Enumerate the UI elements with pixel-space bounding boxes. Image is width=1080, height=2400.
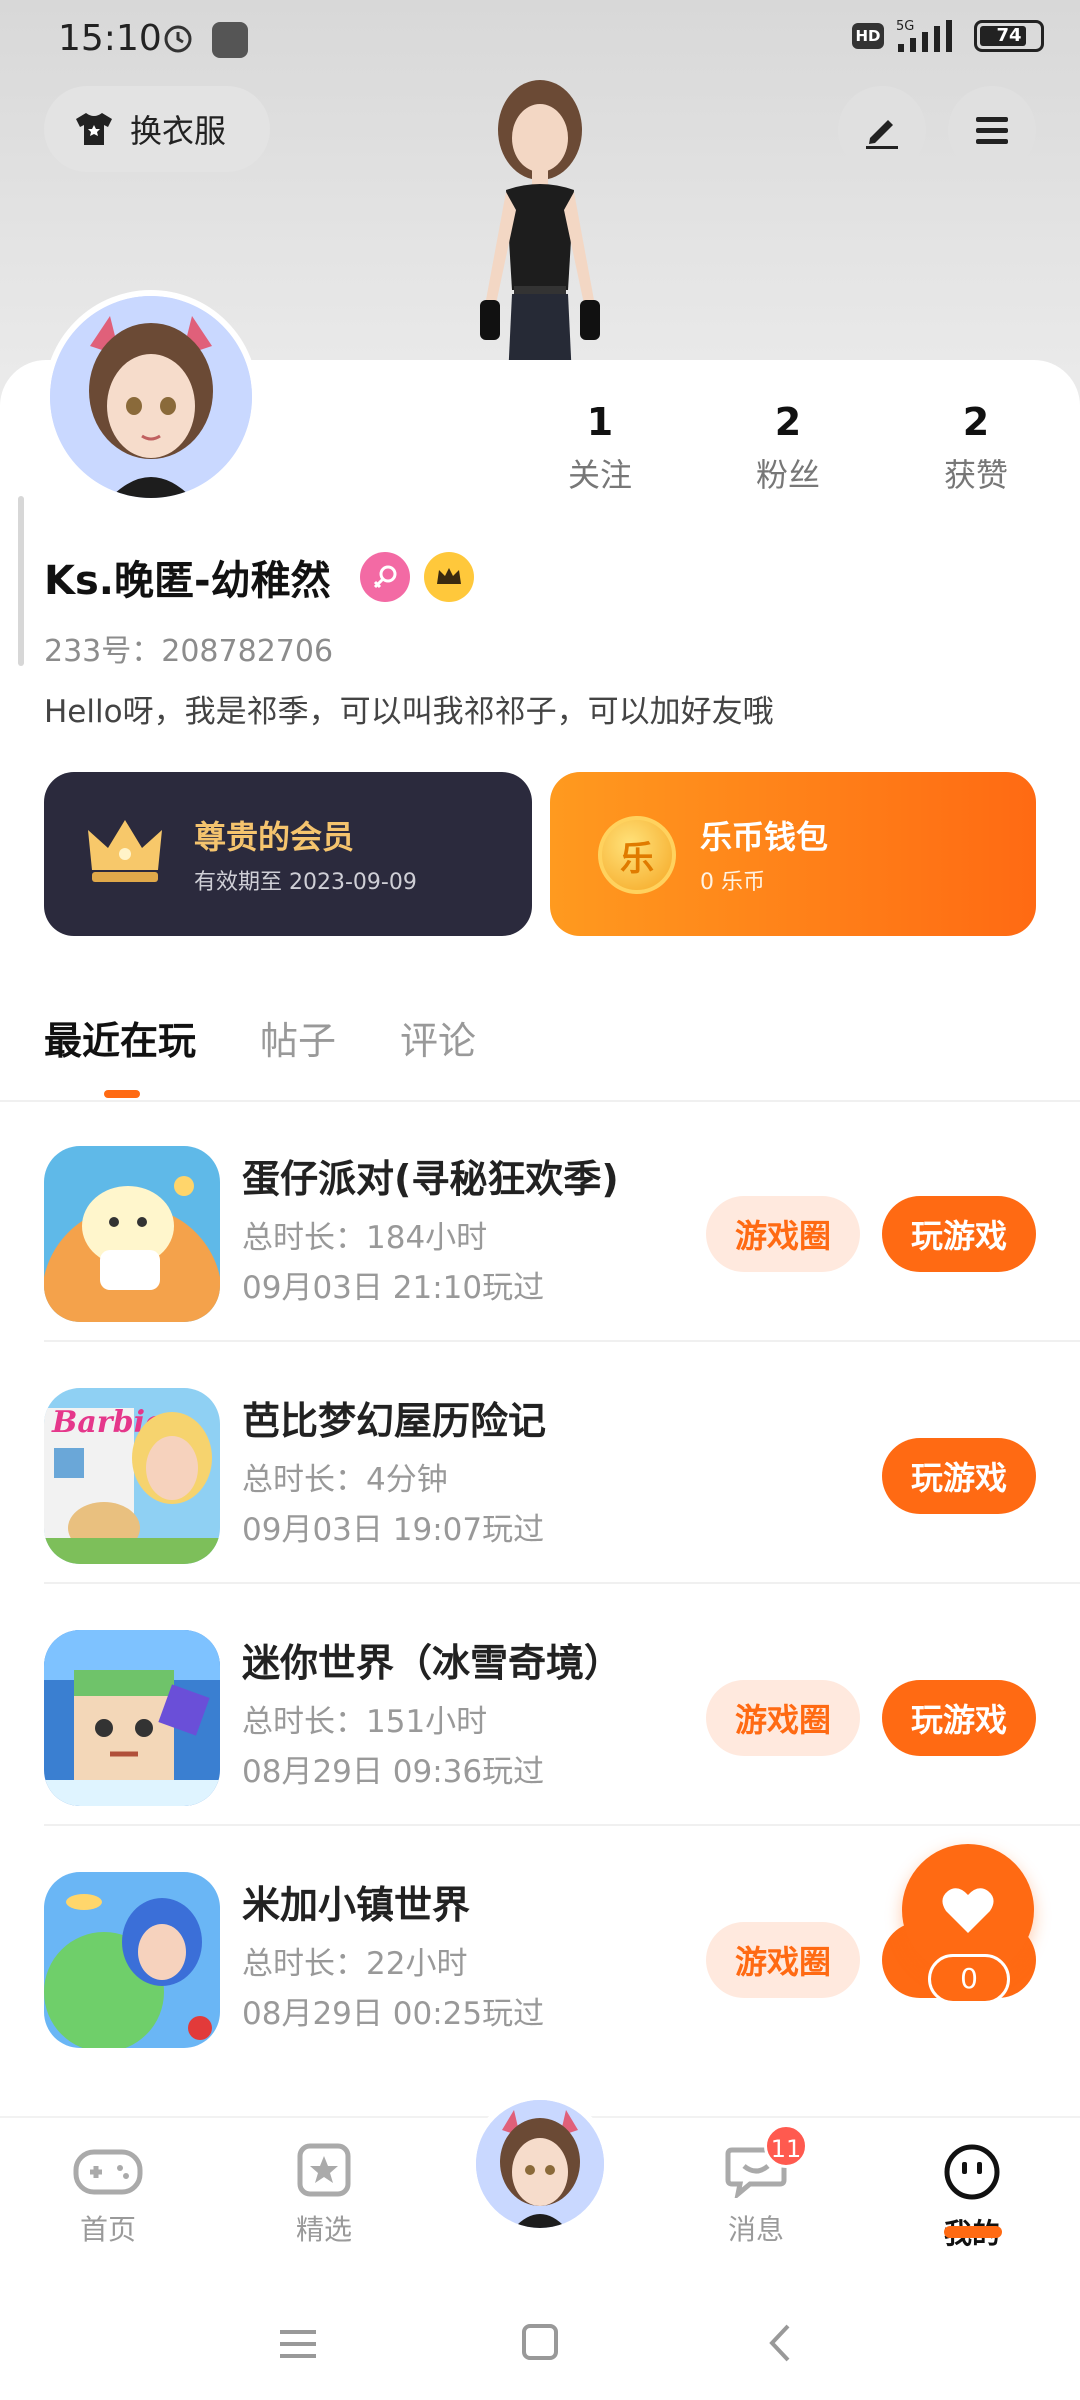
battery-level: 74 bbox=[996, 25, 1022, 46]
tab-recently-played[interactable]: 最近在玩 bbox=[44, 1010, 196, 1065]
vip-crown-icon[interactable] bbox=[424, 552, 474, 602]
tab-comments[interactable]: 评论 bbox=[400, 1010, 476, 1065]
nickname: Ks.晚匿-幼稚然 bbox=[44, 558, 331, 604]
user-bio: Hello呀，我是祁季，可以叫我祁祁子，可以加好友哦 bbox=[44, 694, 774, 730]
nav-featured[interactable]: 精选 bbox=[244, 2142, 404, 2248]
game-row[interactable]: 迷你世界（冰雪奇境） 总时长：151小时 08月29日 09:36玩过 游戏圈 … bbox=[0, 1584, 1080, 1826]
game-row[interactable]: 蛋仔派对(寻秘狂欢季) 总时长：184小时 09月03日 21:10玩过 游戏圈… bbox=[0, 1100, 1080, 1342]
play-game-button[interactable]: 玩游戏 bbox=[882, 1438, 1036, 1514]
game-row[interactable]: Barbie 芭比梦幻屋历险记 总时长：4分钟 09月03日 19:07玩过 玩… bbox=[0, 1342, 1080, 1584]
avatar-portrait bbox=[50, 296, 252, 498]
vip-expiry: 有效期至 2023-09-09 bbox=[194, 870, 417, 895]
followers-label: 粉丝 bbox=[755, 456, 820, 494]
profile-tabs: 最近在玩 帖子 评论 bbox=[44, 1010, 476, 1065]
stat-likes[interactable]: 2 获赞 bbox=[896, 400, 1056, 496]
game-icon-eggy-party bbox=[44, 1146, 220, 1322]
home-button-icon[interactable] bbox=[520, 2322, 560, 2362]
gold-crown-icon bbox=[88, 820, 162, 882]
game-name: 蛋仔派对(寻秘狂欢季) bbox=[242, 1157, 619, 1201]
nav-avatar-portrait bbox=[476, 2100, 604, 2228]
wallet-balance: 0 乐币 bbox=[700, 870, 765, 895]
game-icon-mini-world bbox=[44, 1630, 220, 1806]
change-outfit-label: 换衣服 bbox=[130, 112, 227, 150]
app-notification-icon bbox=[212, 22, 248, 58]
play-game-button[interactable]: 玩游戏 bbox=[882, 1680, 1036, 1756]
coin-icon: 乐 bbox=[598, 816, 676, 894]
game-last-played: 08月29日 00:25玩过 bbox=[242, 1996, 545, 2032]
following-label: 关注 bbox=[567, 456, 632, 494]
status-time: 15:10 bbox=[58, 18, 162, 59]
game-icon-barbie: Barbie bbox=[44, 1388, 220, 1564]
back-icon[interactable] bbox=[764, 2322, 794, 2364]
game-last-played: 09月03日 21:10玩过 bbox=[242, 1270, 545, 1306]
game-icon-miga-town bbox=[44, 1872, 220, 2048]
female-gender-icon bbox=[360, 552, 410, 602]
game-last-played: 09月03日 19:07玩过 bbox=[242, 1512, 545, 1548]
change-outfit-button[interactable]: 换衣服 bbox=[44, 86, 270, 172]
edit-profile-button[interactable] bbox=[838, 86, 926, 174]
game-last-played: 08月29日 09:36玩过 bbox=[242, 1754, 545, 1790]
star-card-icon bbox=[297, 2143, 351, 2197]
heart-icon bbox=[942, 1888, 994, 1933]
following-count: 1 bbox=[586, 400, 614, 444]
gamepad-icon bbox=[73, 2149, 143, 2195]
game-duration: 总时长：22小时 bbox=[242, 1946, 468, 1982]
messages-unread-badge: 11 bbox=[764, 2124, 808, 2168]
game-duration: 总时长：151小时 bbox=[242, 1704, 488, 1740]
likes-label: 获赞 bbox=[943, 456, 1008, 494]
play-game-button[interactable]: 玩游戏 bbox=[882, 1196, 1036, 1272]
battery-icon: 74 bbox=[974, 20, 1044, 52]
game-duration: 总时长：184小时 bbox=[242, 1220, 488, 1256]
hd-icon: HD bbox=[852, 23, 884, 49]
tshirt-icon bbox=[76, 113, 112, 145]
nav-featured-label: 精选 bbox=[295, 2213, 352, 2246]
stat-followers[interactable]: 2 粉丝 bbox=[708, 400, 868, 496]
hamburger-icon bbox=[976, 117, 1008, 144]
game-circle-button[interactable]: 游戏圈 bbox=[706, 1196, 860, 1272]
svg-text:5G: 5G bbox=[896, 19, 914, 34]
game-duration: 总时长：4分钟 bbox=[242, 1462, 448, 1498]
scroll-edge-bar bbox=[18, 496, 24, 666]
game-name: 芭比梦幻屋历险记 bbox=[242, 1399, 547, 1443]
stat-following[interactable]: 1 关注 bbox=[520, 400, 680, 496]
nav-home[interactable]: 首页 bbox=[28, 2142, 188, 2248]
profile-avatar[interactable] bbox=[44, 290, 258, 504]
like-count: 0 bbox=[928, 1954, 1010, 2004]
game-circle-button[interactable]: 游戏圈 bbox=[706, 1922, 860, 1998]
signal-icon: 5G bbox=[896, 19, 952, 52]
tab-posts[interactable]: 帖子 bbox=[260, 1010, 336, 1065]
smiley-icon bbox=[944, 2144, 1000, 2200]
likes-count: 2 bbox=[962, 400, 990, 444]
nav-messages-label: 消息 bbox=[727, 2213, 784, 2246]
active-tab-indicator bbox=[104, 1090, 140, 1098]
wallet-title: 乐币钱包 bbox=[700, 818, 829, 856]
system-navigation-bar bbox=[0, 2286, 1080, 2400]
menu-button[interactable] bbox=[948, 86, 1036, 174]
coin-wallet-card[interactable]: 乐 乐币钱包 0 乐币 bbox=[550, 772, 1036, 936]
vip-title: 尊贵的会员 bbox=[194, 818, 355, 856]
edit-pencil-icon bbox=[866, 120, 898, 149]
nav-messages[interactable]: 消息 bbox=[676, 2142, 836, 2248]
user-id[interactable]: 233号：208782706 bbox=[44, 626, 333, 670]
vip-membership-card[interactable]: 尊贵的会员 有效期至 2023-09-09 bbox=[44, 772, 532, 936]
game-name: 米加小镇世界 bbox=[242, 1883, 471, 1927]
nav-avatar-button[interactable] bbox=[470, 2094, 610, 2234]
alarm-icon bbox=[164, 25, 192, 53]
nav-active-indicator bbox=[944, 2226, 1002, 2238]
nav-home-label: 首页 bbox=[79, 2213, 136, 2246]
game-name: 迷你世界（冰雪奇境） bbox=[242, 1641, 623, 1685]
followers-count: 2 bbox=[774, 400, 802, 444]
recent-apps-icon[interactable] bbox=[276, 2324, 320, 2364]
game-circle-button[interactable]: 游戏圈 bbox=[706, 1680, 860, 1756]
